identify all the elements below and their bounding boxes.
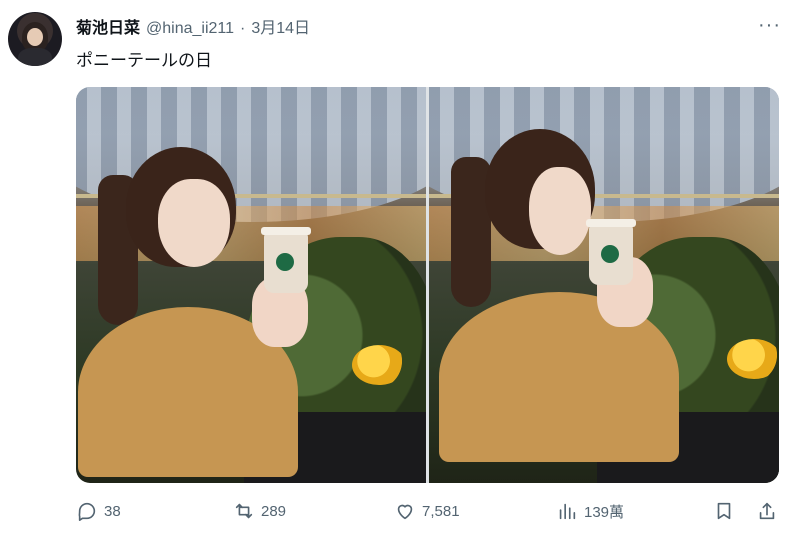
bookmark-button[interactable] — [713, 500, 735, 522]
views-icon — [559, 503, 576, 520]
author-name[interactable]: 菊池日菜 — [76, 14, 140, 38]
post-date[interactable]: 3月14日 — [251, 14, 310, 38]
separator-dot: · — [240, 20, 246, 37]
repost-count: 289 — [261, 502, 287, 520]
views-button[interactable]: 139萬 — [556, 500, 624, 522]
avatar[interactable] — [8, 12, 62, 66]
photo-2-flowers — [727, 339, 779, 379]
media-grid — [76, 87, 779, 483]
photo-2-cup — [586, 219, 636, 285]
photo-1[interactable] — [76, 87, 426, 483]
post-header: 菊池日菜 @hina_ii211 · 3月14日 — [76, 14, 310, 38]
repost-button[interactable]: 289 — [233, 500, 286, 522]
photo-1-face — [158, 179, 230, 267]
photo-2[interactable] — [429, 87, 779, 483]
reply-icon — [78, 502, 96, 521]
post-text: ポニーテールの日 — [76, 51, 212, 70]
share-icon — [759, 502, 775, 520]
share-button[interactable] — [756, 500, 778, 522]
like-count: 7,581 — [422, 502, 460, 520]
photo-2-face — [529, 167, 591, 255]
like-icon — [397, 504, 413, 520]
photo-1-flowers — [352, 345, 406, 385]
avatar-body — [18, 48, 52, 66]
repost-icon — [235, 503, 253, 519]
bookmark-icon — [717, 502, 731, 520]
views-count: 139萬 — [584, 503, 625, 521]
more-options-icon[interactable]: ··· — [758, 14, 781, 37]
action-bar: 38 289 7,581 139萬 — [76, 500, 799, 530]
photo-1-cup — [261, 227, 311, 293]
reply-button[interactable]: 38 — [76, 500, 121, 522]
like-button[interactable]: 7,581 — [394, 500, 460, 522]
author-handle[interactable]: @hina_ii211 — [146, 20, 234, 38]
reply-count: 38 — [104, 502, 121, 520]
avatar-face — [27, 28, 43, 46]
